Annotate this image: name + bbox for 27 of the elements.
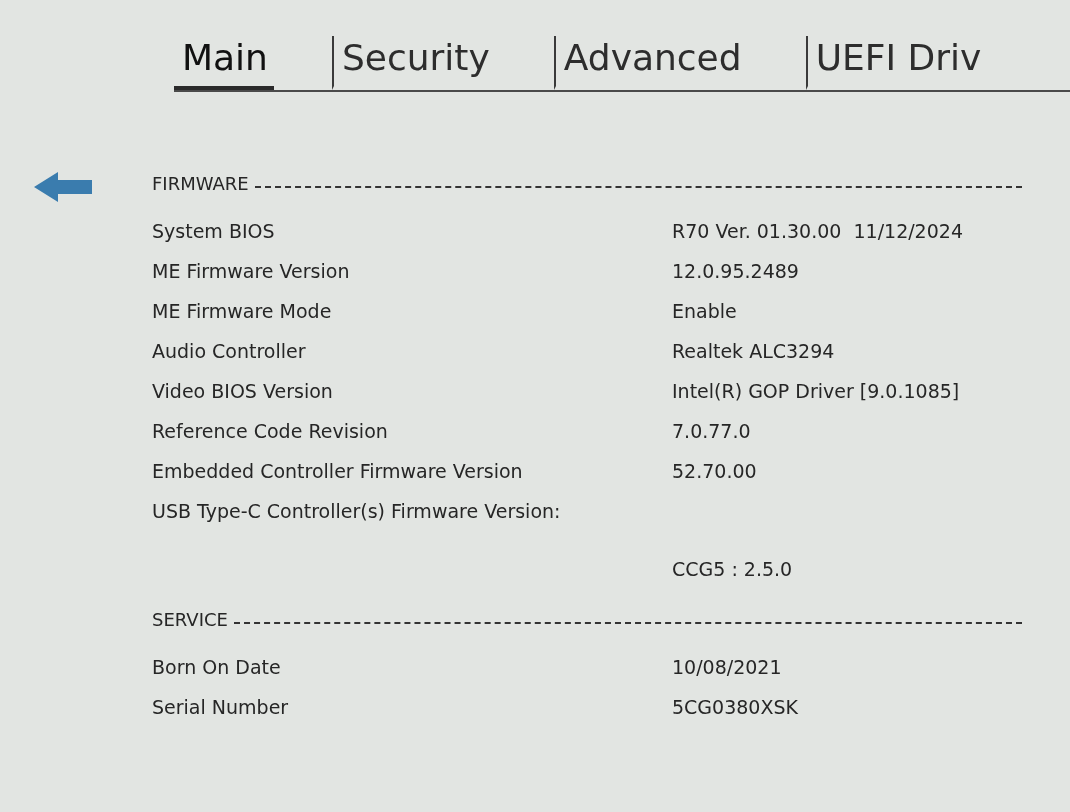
field-value: R70 Ver. 01.30.00 11/12/2024: [672, 219, 963, 244]
field-value: 10/08/2021: [672, 655, 782, 680]
field-label: Audio Controller: [152, 339, 306, 364]
field-label: ME Firmware Mode: [152, 299, 332, 324]
field-value: 5CG0380XSK: [672, 695, 798, 720]
field-value: 52.70.00: [672, 459, 757, 484]
field-label: Video BIOS Version: [152, 379, 333, 404]
field-value: CCG5 : 2.5.0: [672, 557, 793, 582]
field-label: Born On Date: [152, 655, 281, 680]
tab[interactable]: Security: [331, 36, 496, 90]
section-title: FIRMWARE: [152, 172, 249, 196]
tab[interactable]: Main: [174, 36, 274, 90]
field-label: Serial Number: [152, 695, 289, 720]
field-value: Realtek ALC3294: [672, 339, 835, 364]
field-value: Enable: [672, 299, 737, 324]
field-label: ME Firmware Version: [152, 259, 350, 284]
field-value: 12.0.95.2489: [672, 259, 799, 284]
field-label: Embedded Controller Firmware Version: [152, 459, 523, 484]
tab[interactable]: Advanced: [553, 36, 748, 90]
field-label: USB Type-C Controller(s) Firmware Version:: [152, 499, 561, 524]
tab[interactable]: UEFI Driv: [805, 36, 988, 90]
field-value: 7.0.77.0: [672, 419, 751, 444]
section-title: SERVICE: [152, 608, 228, 632]
field-label: System BIOS: [152, 219, 275, 244]
field-value: Intel(R) GOP Driver [9.0.1085]: [672, 379, 960, 404]
back-arrow-icon[interactable]: [34, 172, 92, 202]
field-label: Reference Code Revision: [152, 419, 388, 444]
